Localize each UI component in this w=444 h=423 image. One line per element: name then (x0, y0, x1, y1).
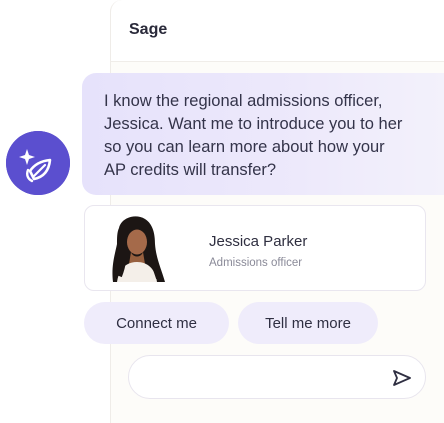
sparkle-leaf-icon (6, 131, 70, 195)
contact-role: Admissions officer (209, 257, 303, 269)
tell-me-more-button[interactable]: Tell me more (238, 302, 378, 344)
connect-me-button[interactable]: Connect me (84, 302, 229, 344)
contact-name: Jessica Parker (209, 233, 308, 250)
assistant-message-bubble: I know the regional admissions officer, … (82, 73, 444, 195)
send-icon[interactable] (391, 367, 413, 389)
contact-photo (112, 216, 165, 282)
chat-header: Sage (110, 0, 444, 62)
contact-card[interactable]: Jessica Parker Admissions officer (84, 205, 426, 291)
assistant-message-text: I know the regional admissions officer, … (104, 92, 403, 179)
message-input[interactable] (128, 355, 426, 399)
sage-avatar (6, 131, 70, 195)
chat-title: Sage (129, 21, 168, 38)
